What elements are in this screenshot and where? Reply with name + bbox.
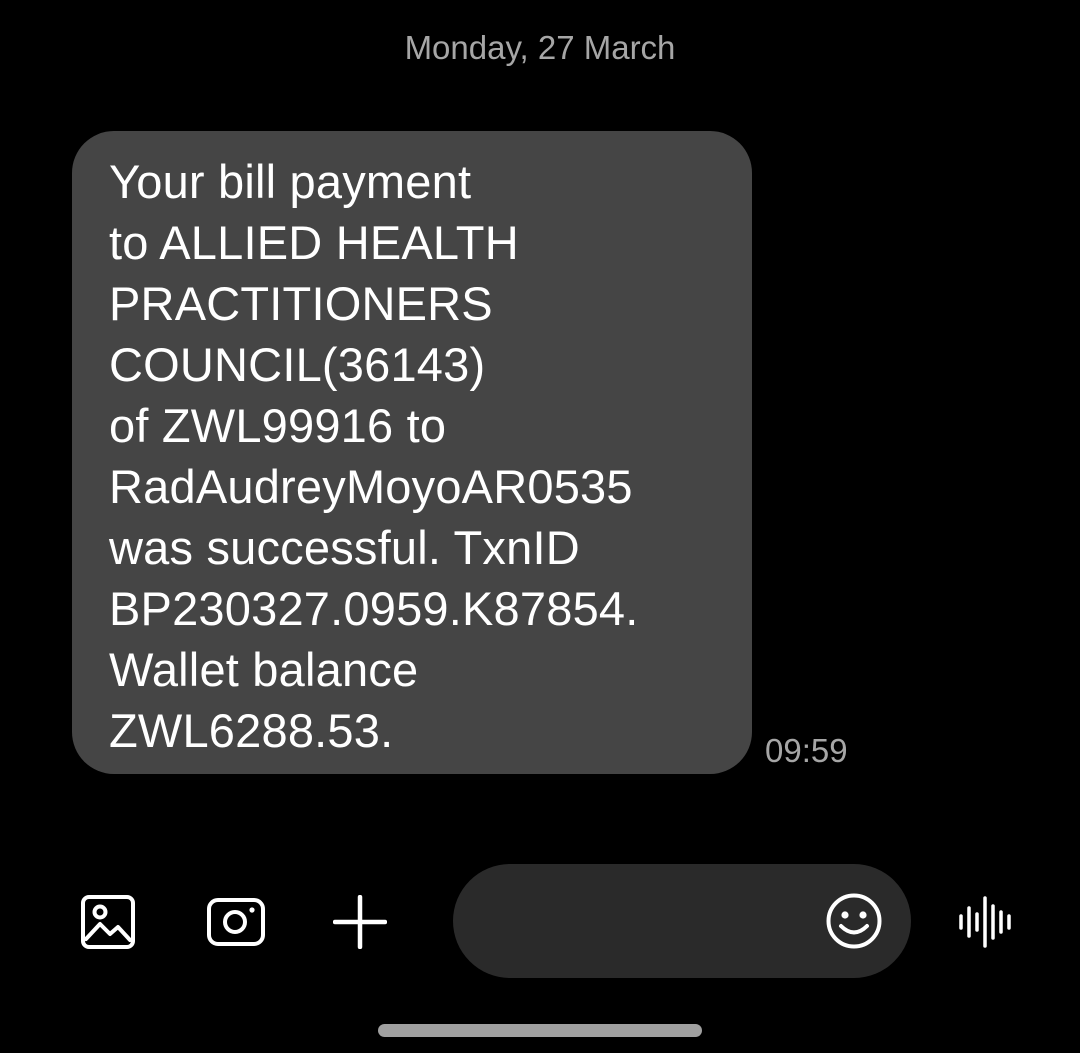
message-line: was successful. TxnID xyxy=(109,521,580,574)
gallery-button[interactable] xyxy=(72,886,144,958)
emoji-icon xyxy=(826,893,882,949)
message-line: COUNCIL(36143) xyxy=(109,338,486,391)
emoji-button[interactable] xyxy=(823,890,885,952)
message-timestamp: 09:59 xyxy=(765,732,848,769)
plus-icon xyxy=(333,895,387,949)
camera-icon xyxy=(207,898,265,946)
date-header: Monday, 27 March xyxy=(404,29,676,66)
message-line: to ALLIED HEALTH xyxy=(109,216,519,269)
message-line: Wallet balance xyxy=(109,643,419,696)
message-line: RadAudreyMoyoAR0535 xyxy=(109,460,633,513)
message-bubble[interactable]: Your bill payment to ALLIED HEALTH PRACT… xyxy=(72,131,752,774)
message-line: Your bill payment xyxy=(109,155,472,208)
message-line: BP230327.0959.K87854. xyxy=(109,582,639,635)
message-line: of ZWL99916 to xyxy=(109,399,447,452)
voice-waveform-icon xyxy=(959,896,1011,948)
message-input[interactable] xyxy=(493,894,817,950)
gesture-navigation-handle[interactable] xyxy=(378,1024,702,1037)
image-icon xyxy=(81,895,135,949)
camera-button[interactable] xyxy=(200,886,272,958)
message-line: ZWL6288.53. xyxy=(109,704,394,757)
message-input-container[interactable] xyxy=(453,864,911,978)
add-attachment-button[interactable] xyxy=(324,886,396,958)
message-line: PRACTITIONERS xyxy=(109,277,493,330)
voice-record-button[interactable] xyxy=(952,890,1022,954)
